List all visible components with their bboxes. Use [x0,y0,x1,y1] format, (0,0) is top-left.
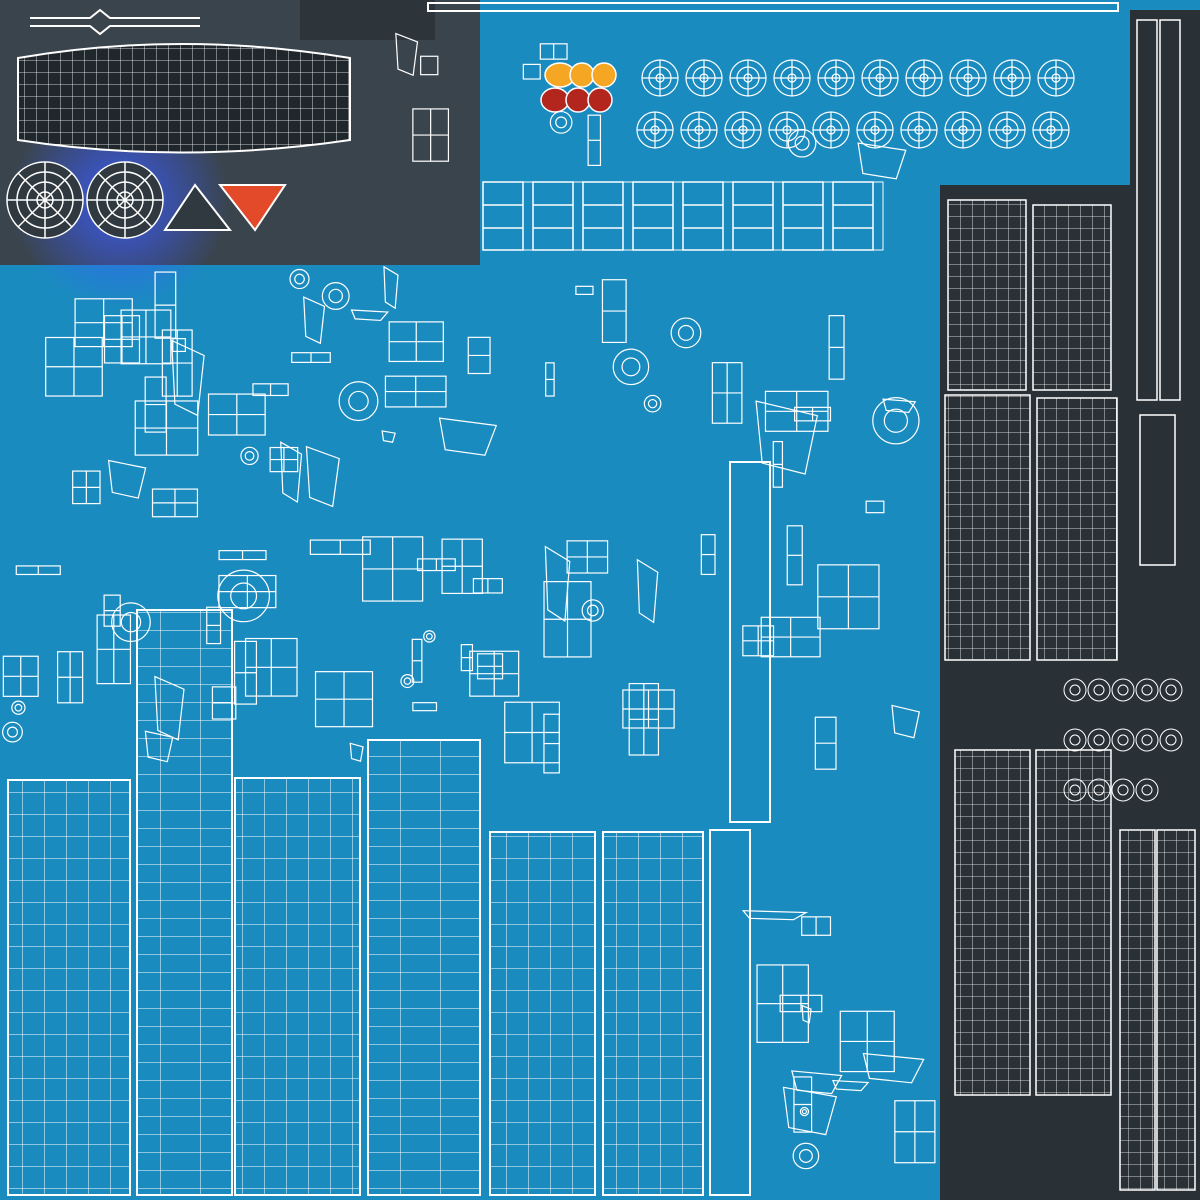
fan-part [861,59,899,97]
wheel-icon [6,161,84,239]
fan-part [817,59,855,97]
fan-part [856,111,894,149]
fan-part [900,111,938,149]
fan-part [724,111,762,149]
fan-part [1037,59,1075,97]
brake-disc-icon [86,161,164,239]
right-top-strip [1130,10,1200,420]
fan-part [1032,111,1070,149]
fan-part [949,59,987,97]
fan-part [641,59,679,97]
fan-part [988,111,1026,149]
fan-part [729,59,767,97]
headlight-icon [540,62,617,113]
uv-layout-canvas [0,0,1200,1200]
fan-part [812,111,850,149]
fan-part [773,59,811,97]
fan-part [636,111,674,149]
grille-shell [17,43,351,154]
fan-part [680,111,718,149]
fan-part [905,59,943,97]
fan-part [944,111,982,149]
fan-part [993,59,1031,97]
fan-part [685,59,723,97]
